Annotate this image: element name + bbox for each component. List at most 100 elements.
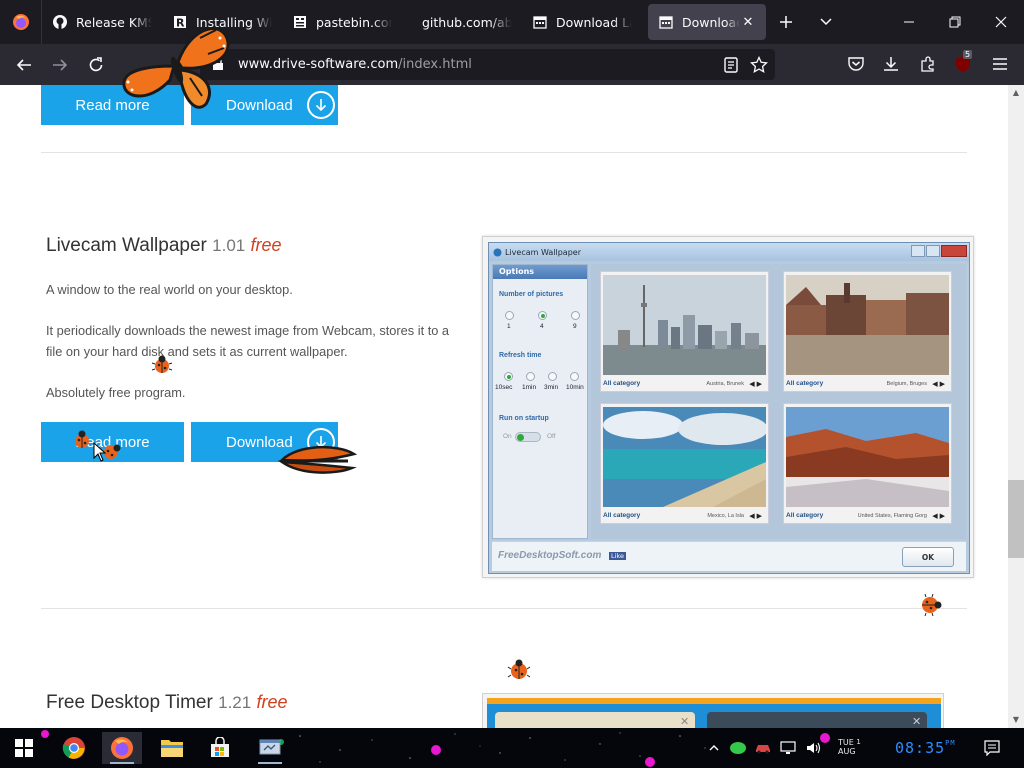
downloads-icon[interactable]	[881, 54, 901, 74]
taskbar-file-explorer[interactable]	[152, 732, 192, 764]
app-menu-button[interactable]	[990, 54, 1010, 74]
thumbnail-caption: All category Austria, Brunek ◀ ▶	[603, 377, 766, 390]
webcam-grid: All category Austria, Brunek ◀ ▶ All cat…	[591, 264, 966, 539]
calendar-icon	[532, 14, 548, 30]
app-camera-icon	[493, 248, 502, 256]
ublock-origin-icon[interactable]: 5	[953, 50, 973, 74]
read-more-button[interactable]: Read more	[41, 422, 184, 462]
tab-strip: Release KMSpi R Installing Wine pastebin…	[0, 0, 1024, 44]
firefox-menu-button[interactable]	[0, 0, 42, 44]
lock-icon	[213, 57, 223, 70]
brand-text: FreeDesktopSoft.com	[498, 550, 602, 561]
radio-1	[505, 311, 514, 320]
radio-1min	[526, 372, 535, 381]
clock-time[interactable]: 08:35PM	[895, 739, 956, 757]
thumbnail-category: All category	[786, 512, 824, 519]
product-name: Free Desktop Timer	[46, 692, 213, 713]
new-tab-button[interactable]	[766, 0, 806, 44]
navigation-toolbar: www.drive-software.com/index.html	[0, 44, 1024, 85]
tab-installing-wine[interactable]: R Installing Wine	[162, 4, 282, 40]
svg-text:✕: ✕	[912, 715, 921, 728]
radio-10min	[570, 372, 579, 381]
minimize-button[interactable]	[886, 0, 932, 44]
webcam-thumbnail: All category Belgium, Bruges ◀ ▶	[783, 271, 952, 392]
back-button[interactable]	[6, 49, 42, 81]
clock-date[interactable]: TUE 1 AUG	[838, 738, 861, 756]
tab-download-active[interactable]: Download A ✕	[648, 4, 766, 40]
taskbar-chrome[interactable]	[54, 732, 94, 764]
bookmark-star-icon[interactable]	[750, 56, 768, 74]
clock-day: TUE	[838, 738, 854, 747]
forward-button[interactable]	[42, 49, 78, 81]
read-more-button[interactable]: Read more	[41, 85, 184, 125]
restore-icon	[949, 16, 961, 28]
pastebin-icon	[292, 14, 308, 30]
thumbnail-location: Austria, Brunek	[706, 380, 744, 387]
facebook-like-badge: Like	[609, 552, 626, 560]
hamburger-menu-icon	[993, 58, 1007, 70]
github-icon	[52, 14, 68, 30]
toggle-on-label: On	[503, 433, 512, 440]
reload-button[interactable]	[78, 49, 114, 81]
start-button[interactable]	[4, 732, 44, 764]
notifications-button[interactable]	[976, 732, 1008, 764]
calendar-icon	[658, 14, 674, 30]
tab-title: github.com/abbo	[422, 14, 512, 30]
thumbnail-category: All category	[603, 512, 641, 519]
open-app-indicator	[258, 762, 282, 764]
thumbnail-category: All category	[786, 380, 824, 387]
reader-view-icon[interactable]	[722, 56, 740, 74]
town-square-image	[786, 275, 949, 375]
firefox-icon	[12, 14, 29, 30]
radio-label: 4	[540, 323, 544, 330]
close-tab-icon[interactable]: ✕	[740, 14, 756, 30]
url-bar[interactable]: www.drive-software.com/index.html	[200, 49, 775, 80]
close-window-button[interactable]	[978, 0, 1024, 44]
clock-ampm: PM	[945, 739, 956, 747]
vertical-scrollbar[interactable]	[1008, 85, 1024, 728]
canyon-image	[786, 407, 949, 507]
taskbar-firefox[interactable]	[102, 732, 142, 764]
scrollbar-thumb[interactable]	[1008, 480, 1024, 558]
options-heading: Options	[493, 265, 587, 279]
scroll-up-arrow-icon[interactable]: ▲	[1008, 85, 1024, 99]
tab-github-abbo[interactable]: github.com/abbo	[402, 4, 522, 40]
tab-title: Release KMSpi	[76, 14, 152, 30]
app-titlebar: Livecam Wallpaper	[489, 243, 969, 261]
extension-badge: 5	[963, 50, 973, 59]
plus-icon	[780, 16, 792, 28]
network-icon[interactable]	[774, 732, 802, 764]
extensions-icon[interactable]	[918, 54, 938, 74]
product-title: Livecam Wallpaper 1.01 free	[46, 235, 282, 257]
tab-title: pastebin.com/	[316, 14, 392, 30]
tab-title: Download Lad	[556, 14, 632, 30]
thumbnail-nav-arrows: ◀ ▶	[932, 380, 945, 388]
list-all-tabs-button[interactable]	[806, 0, 846, 44]
product-screenshot[interactable]: ✕ ✕	[482, 693, 944, 728]
download-button[interactable]: Download	[191, 422, 338, 462]
back-arrow-icon	[16, 58, 31, 71]
notification-center-icon	[984, 740, 1000, 756]
forward-arrow-icon	[53, 58, 68, 71]
volume-icon[interactable]	[800, 732, 828, 764]
app-window-icon	[259, 739, 281, 755]
tray-app-red[interactable]	[750, 732, 776, 764]
webcam-thumbnail: All category Austria, Brunek ◀ ▶	[600, 271, 769, 392]
radio-label: 10min	[566, 384, 584, 391]
pocket-icon[interactable]	[846, 54, 866, 74]
taskbar-app[interactable]	[250, 732, 290, 764]
restore-button[interactable]	[932, 0, 978, 44]
scroll-down-arrow-icon[interactable]: ▼	[1008, 712, 1024, 726]
startup-label: Run on startup	[499, 415, 549, 422]
download-label: Download	[226, 433, 293, 451]
download-button[interactable]: Download	[191, 85, 338, 125]
tray-app-green[interactable]	[724, 732, 752, 764]
product-screenshot[interactable]: Livecam Wallpaper Options Number of pict…	[482, 236, 974, 578]
refresh-label: Refresh time	[499, 352, 542, 359]
tab-download-lad[interactable]: Download Lad	[522, 4, 642, 40]
tab-release-kmspico[interactable]: Release KMSpi	[42, 4, 162, 40]
svg-text:R: R	[176, 17, 185, 30]
taskbar-microsoft-store[interactable]	[200, 732, 240, 764]
timer-screenshot-image: ✕ ✕	[487, 698, 941, 728]
tab-pastebin[interactable]: pastebin.com/	[282, 4, 402, 40]
